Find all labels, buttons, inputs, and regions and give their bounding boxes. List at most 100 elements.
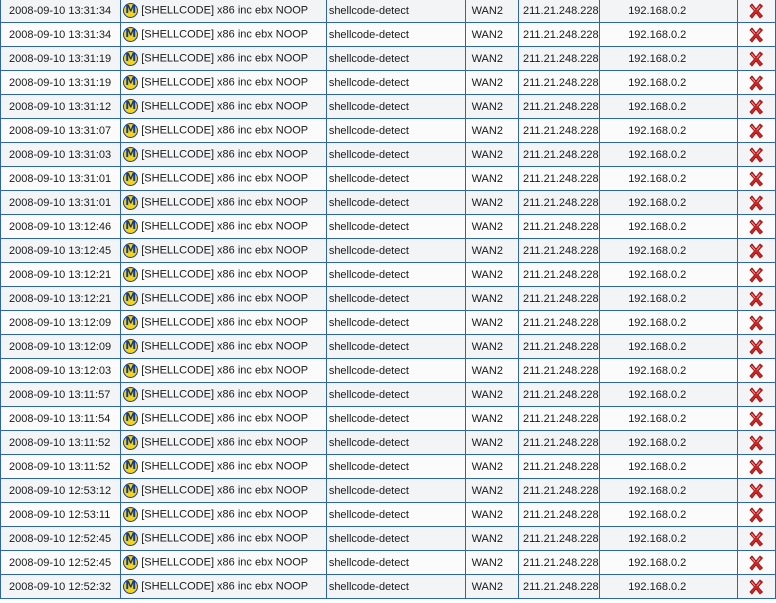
red-x-delete-icon[interactable] [747, 242, 765, 260]
red-x-delete-icon[interactable] [747, 98, 765, 116]
message-link[interactable]: [SHELLCODE] x86 inc ebx NOOP [141, 4, 308, 16]
source-ip-text: 211.21.248.228 [523, 148, 599, 161]
message-link[interactable]: [SHELLCODE] x86 inc ebx NOOP [141, 412, 308, 424]
message-link[interactable]: [SHELLCODE] x86 inc ebx NOOP [141, 316, 308, 328]
red-x-delete-icon[interactable] [747, 386, 765, 404]
table-row: 2008-09-10 12:52:32 M [SHELLCODE] x86 inc… [0, 574, 776, 599]
classification-cell: shellcode-detect [325, 454, 466, 479]
red-x-delete-icon[interactable] [747, 26, 765, 44]
interface-cell: WAN2 [464, 46, 520, 71]
timestamp-text: 2008-09-10 13:31:19 [9, 76, 112, 89]
table-row: 2008-09-10 13:12:03 M [SHELLCODE] x86 inc… [0, 358, 776, 383]
red-x-delete-icon[interactable] [747, 122, 765, 140]
table-row: 2008-09-10 13:31:03 M [SHELLCODE] x86 inc… [0, 142, 776, 167]
destination-ip-text: 192.168.0.2 [628, 484, 687, 497]
red-x-delete-icon[interactable] [747, 290, 765, 308]
delete-cell [736, 358, 776, 383]
destination-ip-cell: 192.168.0.2 [599, 70, 738, 95]
timestamp-cell: 2008-09-10 12:52:32 [0, 574, 122, 599]
classification-cell: shellcode-detect [325, 94, 466, 119]
message-link[interactable]: [SHELLCODE] x86 inc ebx NOOP [141, 484, 308, 496]
red-x-delete-icon[interactable] [747, 578, 765, 596]
red-x-delete-icon[interactable] [747, 74, 765, 92]
classification-text: shellcode-detect [328, 292, 409, 305]
classification-text: shellcode-detect [328, 148, 409, 161]
destination-ip-cell: 192.168.0.2 [599, 214, 738, 239]
source-ip-cell: 211.21.248.228 [517, 238, 601, 263]
source-ip-cell: 211.21.248.228 [517, 358, 601, 383]
message-link[interactable]: [SHELLCODE] x86 inc ebx NOOP [141, 388, 308, 400]
message-link[interactable]: [SHELLCODE] x86 inc ebx NOOP [141, 52, 308, 64]
red-x-delete-icon[interactable] [747, 458, 765, 476]
message-link[interactable]: [SHELLCODE] x86 inc ebx NOOP [141, 28, 308, 40]
red-x-delete-icon[interactable] [747, 314, 765, 332]
source-ip-text: 211.21.248.228 [523, 100, 599, 113]
classification-cell: shellcode-detect [325, 190, 466, 215]
message-link[interactable]: [SHELLCODE] x86 inc ebx NOOP [141, 148, 308, 160]
red-x-delete-icon[interactable] [747, 338, 765, 356]
message-link[interactable]: [SHELLCODE] x86 inc ebx NOOP [141, 100, 308, 112]
timestamp-text: 2008-09-10 13:31:03 [9, 148, 112, 161]
message-link[interactable]: [SHELLCODE] x86 inc ebx NOOP [141, 124, 308, 136]
m-badge-icon: M [123, 195, 139, 210]
red-x-delete-icon[interactable] [747, 2, 765, 20]
message-link[interactable]: [SHELLCODE] x86 inc ebx NOOP [141, 172, 308, 184]
delete-cell [736, 550, 776, 575]
message-link[interactable]: [SHELLCODE] x86 inc ebx NOOP [141, 340, 308, 352]
interface-text: WAN2 [471, 268, 503, 281]
interface-cell: WAN2 [464, 238, 520, 263]
message-link[interactable]: [SHELLCODE] x86 inc ebx NOOP [141, 220, 308, 232]
red-x-delete-icon[interactable] [747, 194, 765, 212]
message-link[interactable]: [SHELLCODE] x86 inc ebx NOOP [141, 460, 308, 472]
destination-ip-cell: 192.168.0.2 [599, 382, 738, 407]
message-link[interactable]: [SHELLCODE] x86 inc ebx NOOP [141, 76, 308, 88]
destination-ip-text: 192.168.0.2 [628, 460, 687, 473]
red-x-delete-icon[interactable] [747, 530, 765, 548]
timestamp-cell: 2008-09-10 13:31:12 [0, 94, 122, 119]
message-link[interactable]: [SHELLCODE] x86 inc ebx NOOP [141, 364, 308, 376]
message-link[interactable]: [SHELLCODE] x86 inc ebx NOOP [141, 268, 308, 280]
timestamp-text: 2008-09-10 13:12:03 [9, 364, 112, 377]
interface-cell: WAN2 [464, 406, 520, 431]
timestamp-cell: 2008-09-10 13:12:09 [0, 334, 122, 359]
message-link[interactable]: [SHELLCODE] x86 inc ebx NOOP [141, 196, 308, 208]
message-link[interactable]: [SHELLCODE] x86 inc ebx NOOP [141, 532, 308, 544]
message-link[interactable]: [SHELLCODE] x86 inc ebx NOOP [141, 556, 308, 568]
timestamp-text: 2008-09-10 13:12:45 [9, 244, 112, 257]
destination-ip-cell: 192.168.0.2 [599, 166, 738, 191]
red-x-delete-icon[interactable] [747, 146, 765, 164]
red-x-delete-icon[interactable] [747, 362, 765, 380]
delete-cell [736, 262, 776, 287]
red-x-delete-icon[interactable] [747, 434, 765, 452]
timestamp-cell: 2008-09-10 12:53:12 [0, 478, 122, 503]
destination-ip-cell: 192.168.0.2 [599, 406, 738, 431]
interface-cell: WAN2 [464, 430, 520, 455]
red-x-delete-icon[interactable] [747, 218, 765, 236]
message-link[interactable]: [SHELLCODE] x86 inc ebx NOOP [141, 580, 308, 592]
source-ip-cell: 211.21.248.228 [517, 478, 601, 503]
red-x-delete-icon[interactable] [747, 554, 765, 572]
m-badge-icon: M [123, 51, 139, 66]
table-row: 2008-09-10 13:31:34 M [SHELLCODE] x86 inc… [0, 22, 776, 47]
classification-text: shellcode-detect [328, 124, 409, 137]
m-badge-icon: M [123, 579, 139, 594]
red-x-delete-icon[interactable] [747, 410, 765, 428]
destination-ip-cell: 192.168.0.2 [599, 430, 738, 455]
message-link[interactable]: [SHELLCODE] x86 inc ebx NOOP [141, 436, 308, 448]
red-x-delete-icon[interactable] [747, 50, 765, 68]
red-x-delete-icon[interactable] [747, 506, 765, 524]
source-ip-text: 211.21.248.228 [523, 580, 599, 593]
m-badge-icon: M [123, 171, 139, 186]
message-link[interactable]: [SHELLCODE] x86 inc ebx NOOP [141, 244, 308, 256]
red-x-delete-icon[interactable] [747, 266, 765, 284]
message-link[interactable]: [SHELLCODE] x86 inc ebx NOOP [141, 508, 308, 520]
classification-text: shellcode-detect [328, 556, 409, 569]
classification-cell: shellcode-detect [325, 358, 466, 383]
red-x-delete-icon[interactable] [747, 482, 765, 500]
m-badge-icon: M [123, 291, 139, 306]
source-ip-cell: 211.21.248.228 [517, 22, 601, 47]
destination-ip-cell: 192.168.0.2 [599, 574, 738, 599]
red-x-delete-icon[interactable] [747, 170, 765, 188]
m-badge-icon: M [123, 411, 139, 426]
message-link[interactable]: [SHELLCODE] x86 inc ebx NOOP [141, 292, 308, 304]
